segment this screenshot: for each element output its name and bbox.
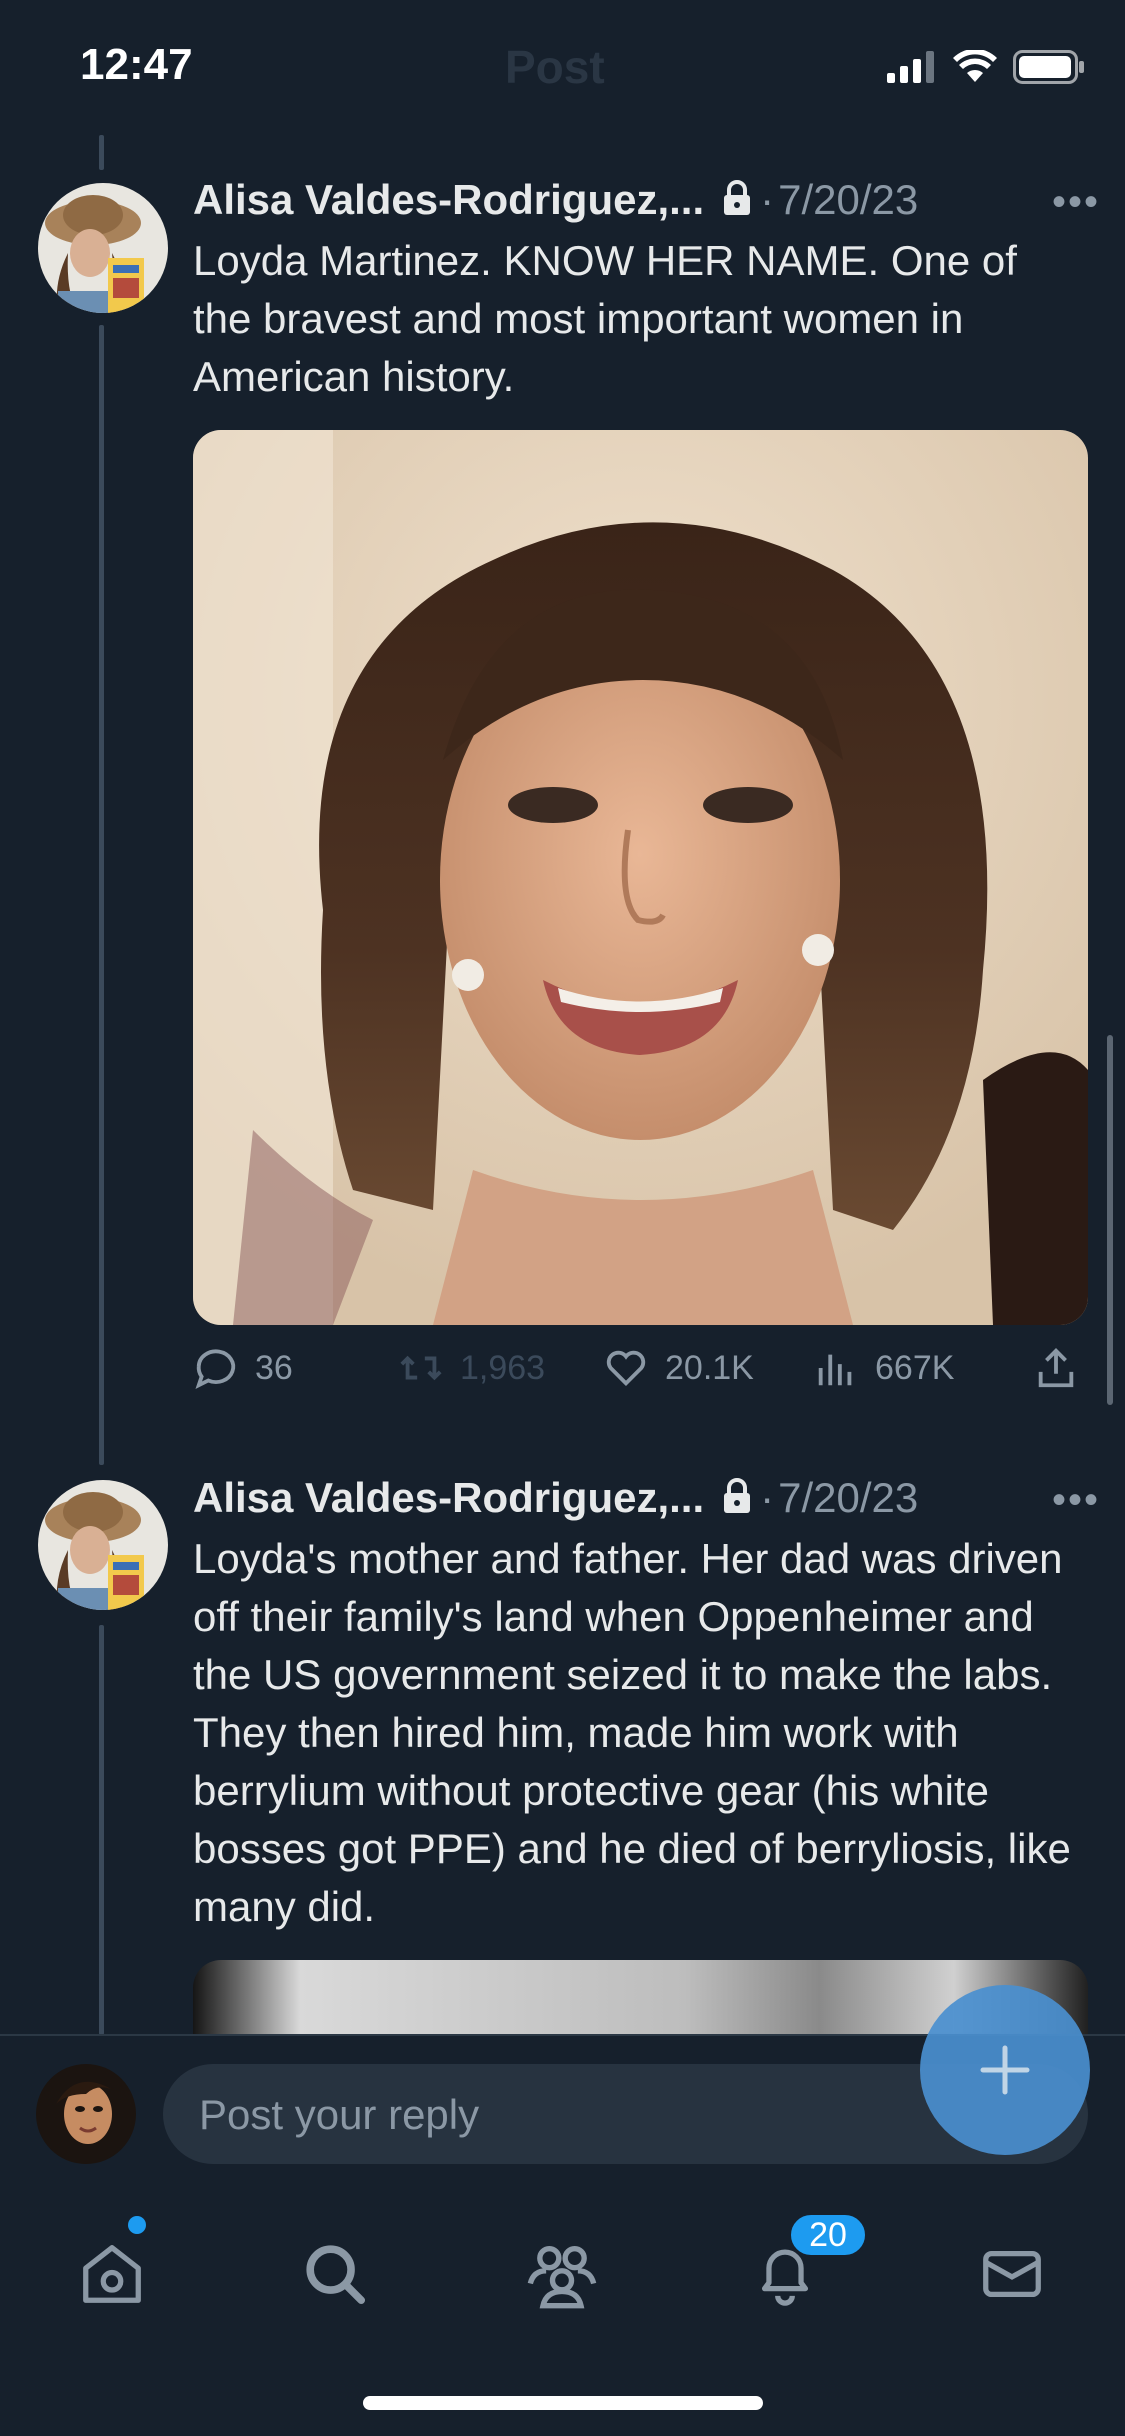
reply-icon xyxy=(195,1349,236,1390)
communities-icon xyxy=(527,2245,597,2309)
home-indicator xyxy=(363,2396,763,2410)
wifi-icon xyxy=(953,50,997,82)
reply-count: 36 xyxy=(255,1348,293,1387)
tab-communities[interactable] xyxy=(512,2224,612,2324)
more-icon[interactable]: ••• xyxy=(1052,1478,1100,1523)
date-separator: · xyxy=(760,176,775,223)
scrollbar[interactable] xyxy=(1107,1035,1113,1405)
post-date[interactable]: 7/20/23 xyxy=(778,176,918,224)
lock-icon xyxy=(722,179,752,222)
home-icon xyxy=(83,2245,141,2303)
compose-button[interactable] xyxy=(920,1985,1090,2155)
author-avatar[interactable] xyxy=(38,183,168,313)
author-name[interactable]: Alisa Valdes-Rodriguez,... xyxy=(193,1474,704,1522)
thread-line-1 xyxy=(99,325,104,1465)
date-separator: · xyxy=(760,1474,775,1521)
views-button[interactable]: 667K xyxy=(813,1345,954,1391)
post-text: Loyda's mother and father. Her dad was d… xyxy=(193,1535,1071,1930)
like-icon xyxy=(606,1350,646,1387)
like-count: 20.1K xyxy=(665,1348,754,1387)
messages-icon xyxy=(983,2250,1041,2298)
reply-placeholder: Post your reply xyxy=(199,2091,480,2138)
user-avatar[interactable] xyxy=(36,2064,136,2164)
more-icon[interactable]: ••• xyxy=(1052,180,1100,225)
repost-button[interactable]: 1,963 xyxy=(398,1345,545,1391)
tab-messages[interactable] xyxy=(962,2224,1062,2324)
thread-line-top xyxy=(99,135,104,170)
header-title: Post xyxy=(505,41,605,93)
views-count: 667K xyxy=(875,1348,955,1387)
lock-icon xyxy=(722,1477,752,1520)
repost-icon xyxy=(400,1355,442,1381)
thread-line-2 xyxy=(99,1625,104,2035)
status-time: 12:47 xyxy=(80,40,193,89)
tab-search[interactable] xyxy=(285,2224,385,2324)
views-icon xyxy=(818,1354,852,1386)
search-icon xyxy=(306,2245,366,2305)
reply-button[interactable]: 36 xyxy=(193,1345,293,1391)
post-header: Alisa Valdes-Rodriguez,... · 7/20/23 xyxy=(193,1468,918,1528)
plus-icon xyxy=(980,2045,1030,2095)
author-name[interactable]: Alisa Valdes-Rodriguez,... xyxy=(193,176,704,224)
author-avatar[interactable] xyxy=(38,1480,168,1610)
repost-count: 1,963 xyxy=(460,1348,546,1387)
post-actions: 36 1,963 20.1K 667K xyxy=(193,1345,1093,1405)
notifications-badge: 20 xyxy=(788,2212,868,2258)
status-icons xyxy=(887,50,1085,84)
battery-icon xyxy=(1013,50,1084,84)
home-unread-dot xyxy=(128,2216,146,2234)
share-icon xyxy=(1038,1348,1074,1388)
like-button[interactable]: 20.1K xyxy=(603,1345,754,1391)
tab-home[interactable] xyxy=(62,2224,162,2324)
post-header: Alisa Valdes-Rodriguez,... · 7/20/23 xyxy=(193,170,918,230)
share-button[interactable] xyxy=(1033,1345,1079,1391)
signal-icon xyxy=(887,51,934,83)
post-photo[interactable] xyxy=(193,430,1088,1325)
status-bar: Post 12:47 xyxy=(0,0,1125,140)
post-text: Loyda Martinez. KNOW HER NAME. One of th… xyxy=(193,237,1017,400)
post-date[interactable]: 7/20/23 xyxy=(778,1474,918,1522)
